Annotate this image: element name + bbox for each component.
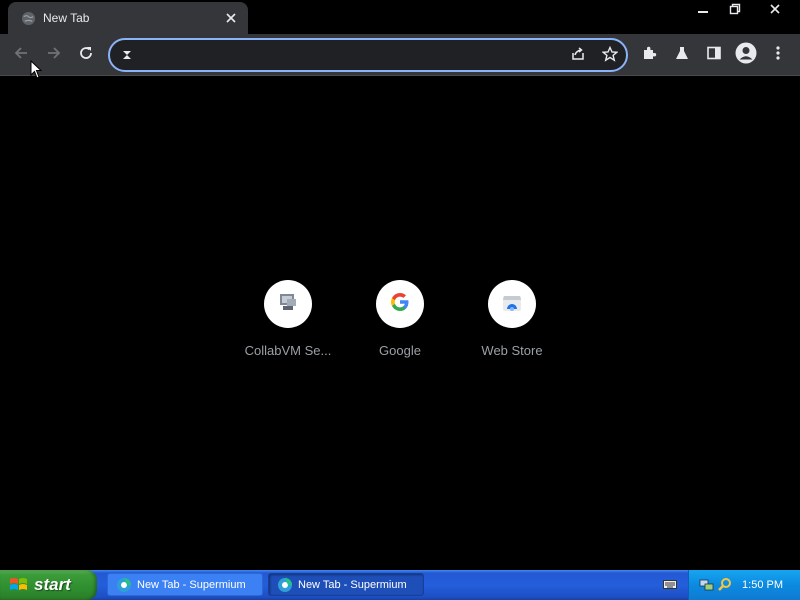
shortcut-icon-circle	[264, 280, 312, 328]
network-icon[interactable]	[699, 577, 715, 598]
search-icon[interactable]	[717, 577, 733, 598]
menu-button[interactable]	[765, 42, 791, 68]
shortcut-label: CollabVM Se...	[244, 343, 332, 358]
labs-button[interactable]	[669, 42, 695, 68]
taskbar-item[interactable]: New Tab - Supermium	[268, 573, 424, 596]
shortcut-collabvm[interactable]: CollabVM Se...	[232, 277, 344, 367]
forward-button[interactable]	[41, 42, 67, 68]
windows-logo-icon	[9, 576, 29, 594]
arrow-left-icon	[13, 45, 29, 66]
avatar-icon	[735, 42, 757, 69]
new-tab-page: CollabVM Se... Google Web Store	[0, 77, 800, 570]
tab-title: New Tab	[43, 11, 90, 25]
side-panel-icon	[706, 45, 722, 66]
supermium-icon	[116, 577, 132, 593]
shortcut-icon-circle	[376, 280, 424, 328]
minimize-button[interactable]	[688, 0, 718, 18]
supermium-icon	[277, 577, 293, 593]
tab-new-tab[interactable]: New Tab	[8, 2, 248, 34]
tab-strip: New Tab	[0, 0, 800, 34]
start-button[interactable]: start	[0, 570, 97, 600]
profile-button[interactable]	[733, 42, 759, 68]
flask-icon	[674, 45, 690, 66]
taskbar: start New Tab - Supermium New Tab - Supe…	[0, 570, 800, 600]
address-input[interactable]	[144, 45, 544, 65]
restore-button[interactable]	[720, 0, 750, 18]
tab-close-icon[interactable]	[222, 9, 240, 27]
keyboard-icon[interactable]	[663, 578, 677, 591]
mouse-cursor-icon	[30, 59, 43, 80]
browser-toolbar	[0, 34, 800, 76]
share-icon	[570, 46, 586, 67]
web-store-icon	[501, 291, 523, 318]
clock: 1:50 PM	[742, 579, 783, 591]
shortcut-label: Web Store	[481, 343, 543, 358]
system-tray: 1:50 PM	[688, 570, 800, 600]
star-icon	[601, 45, 619, 67]
start-label: start	[34, 575, 71, 594]
shortcut-web-store[interactable]: Web Store	[456, 277, 568, 367]
side-panel-button[interactable]	[701, 42, 727, 68]
taskbar-item-label: New Tab - Supermium	[137, 578, 246, 591]
window-controls	[686, 0, 798, 20]
arrow-right-icon	[46, 45, 62, 66]
shortcut-icon-circle	[488, 280, 536, 328]
puzzle-icon	[642, 45, 658, 66]
reload-button[interactable]	[73, 42, 99, 68]
site-info-icon[interactable]	[120, 48, 134, 62]
shortcut-google[interactable]: Google	[344, 277, 456, 367]
reload-icon	[78, 45, 94, 66]
globe-icon	[21, 11, 36, 26]
address-bar[interactable]	[108, 38, 628, 72]
google-icon	[390, 292, 410, 317]
taskbar-item-label: New Tab - Supermium	[298, 578, 407, 591]
close-window-button[interactable]	[752, 0, 798, 18]
kebab-menu-icon	[770, 45, 786, 66]
collabvm-icon	[277, 291, 299, 318]
taskbar-item[interactable]: New Tab - Supermium	[107, 573, 263, 596]
extensions-button[interactable]	[637, 42, 663, 68]
share-button[interactable]	[567, 45, 589, 67]
shortcut-label: Google	[379, 343, 421, 358]
desktop: New Tab CollabVM Se... Google Web Store …	[0, 0, 800, 600]
bookmark-button[interactable]	[599, 45, 621, 67]
